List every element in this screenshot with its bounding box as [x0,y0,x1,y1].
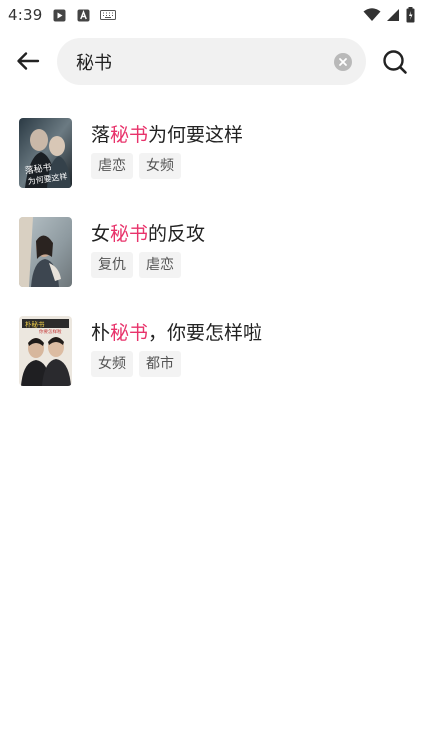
status-time: 4:39 [8,6,43,24]
result-title: 女秘书的反攻 [91,219,205,246]
status-bar: 4:39 [0,0,423,30]
title-prefix: 女 [91,223,111,245]
list-item[interactable]: 朴秘书 你要怎样啦 朴秘书，你要怎样啦 女频 都市 [0,308,423,407]
title-highlight: 秘书 [110,322,149,344]
cover-image[interactable]: 朴秘书 你要怎样啦 [19,316,72,386]
search-input[interactable] [76,51,334,72]
result-title: 朴秘书，你要怎样啦 [91,318,262,345]
title-prefix: 落 [91,124,111,146]
clear-circle-icon [339,57,347,66]
result-title: 落秘书为何要这样 [91,120,243,147]
title-suffix: ，你要怎样啦 [148,322,263,344]
back-button[interactable] [12,46,44,76]
cover-image[interactable] [19,217,72,287]
tag: 虐恋 [139,252,181,278]
tag: 女频 [91,351,133,377]
search-box[interactable] [57,38,366,85]
cover-image[interactable]: 落秘书 为何要这样 [19,118,72,188]
title-prefix: 朴 [91,322,111,344]
play-store-icon [52,8,66,22]
search-results-list: 落秘书 为何要这样 落秘书为何要这样 虐恋 女频 女秘书的反攻 复仇 虐恋 朴秘… [0,110,423,407]
tag: 复仇 [91,252,133,278]
battery-icon [405,7,415,23]
tag: 虐恋 [91,153,133,179]
title-suffix: 为何要这样 [148,124,244,146]
status-right [363,7,415,23]
clear-button[interactable] [334,52,352,71]
keyboard-icon [100,8,117,22]
tag-list: 复仇 虐恋 [91,252,181,278]
tag-list: 虐恋 女频 [91,153,181,179]
signal-icon [385,8,401,22]
list-item[interactable]: 落秘书 为何要这样 落秘书为何要这样 虐恋 女频 [0,110,423,209]
list-item[interactable]: 女秘书的反攻 复仇 虐恋 [0,209,423,308]
tag: 都市 [139,351,181,377]
tag-list: 女频 都市 [91,351,181,377]
search-icon [383,50,407,74]
title-highlight: 秘书 [110,223,149,245]
search-header [0,36,423,86]
search-button[interactable] [380,47,410,77]
cover-subtitle-text: 你要怎样啦 [39,328,62,335]
a-app-icon [76,8,90,22]
title-highlight: 秘书 [110,124,149,146]
tag: 女频 [139,153,181,179]
wifi-icon [363,8,381,22]
title-suffix: 的反攻 [148,223,206,245]
status-left: 4:39 [8,6,117,24]
arrow-left-icon [17,52,40,70]
cover-title-text: 朴秘书 [25,320,45,329]
